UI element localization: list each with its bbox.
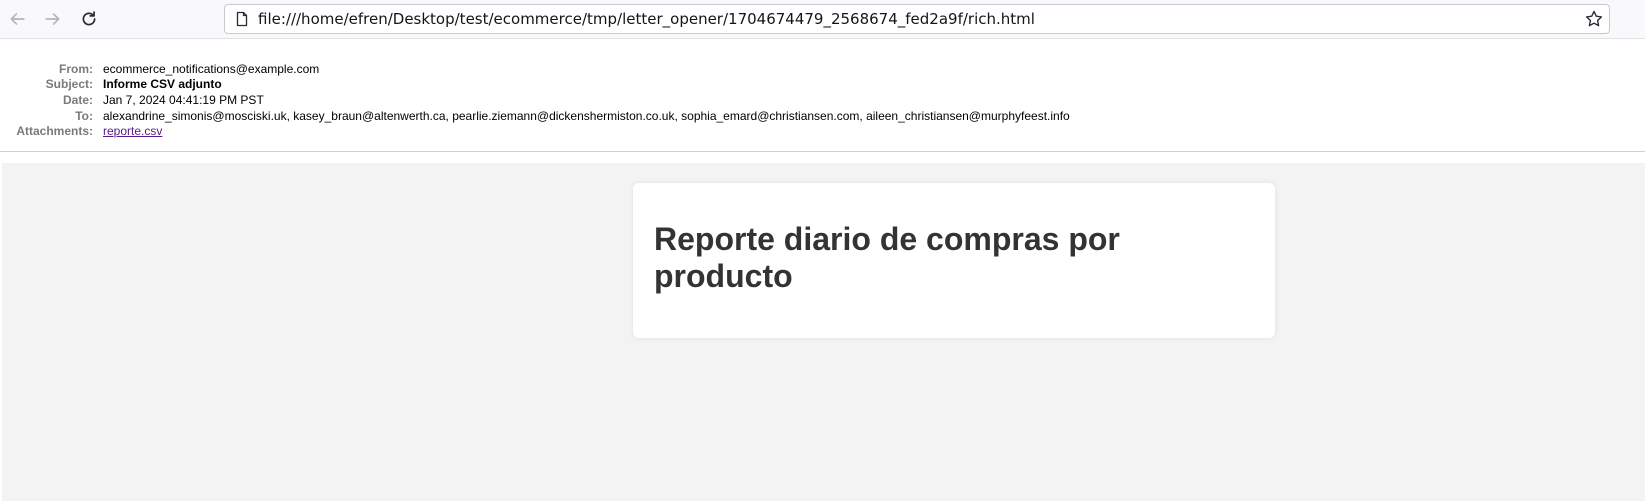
attachment-link[interactable]: reporte.csv <box>103 124 162 138</box>
arrow-left-icon <box>10 13 25 25</box>
page-icon <box>236 11 248 27</box>
forward-button[interactable] <box>40 6 66 32</box>
report-heading: Reporte diario de compras por producto <box>654 221 1120 294</box>
attachments-label: Attachments: <box>16 124 93 138</box>
email-body-frame: Reporte diario de compras por producto <box>2 163 1645 501</box>
date-label: Date: <box>62 93 93 107</box>
to-value: alexandrine_simonis@mosciski.uk, kasey_b… <box>103 109 1070 123</box>
subject-value: Informe CSV adjunto <box>103 77 222 91</box>
attachments-value: reporte.csv <box>103 123 162 139</box>
date-value: Jan 7, 2024 04:41:19 PM PST <box>103 93 264 107</box>
email-headers: From: ecommerce_notifications@example.co… <box>0 39 1645 152</box>
report-card: Reporte diario de compras por producto <box>633 183 1275 338</box>
arrow-right-icon <box>45 13 60 25</box>
reload-icon <box>82 11 96 26</box>
subject-label: Subject: <box>45 77 93 91</box>
from-value: ecommerce_notifications@example.com <box>103 62 320 76</box>
star-icon[interactable] <box>1585 10 1603 28</box>
from-label: From: <box>59 62 93 76</box>
to-label: To: <box>75 109 93 123</box>
browser-toolbar: file:///home/efren/Desktop/test/ecommerc… <box>0 0 1645 39</box>
url-text[interactable]: file:///home/efren/Desktop/test/ecommerc… <box>258 5 1035 33</box>
back-button[interactable] <box>4 6 30 32</box>
reload-button[interactable] <box>76 6 102 32</box>
address-bar[interactable]: file:///home/efren/Desktop/test/ecommerc… <box>224 4 1610 34</box>
